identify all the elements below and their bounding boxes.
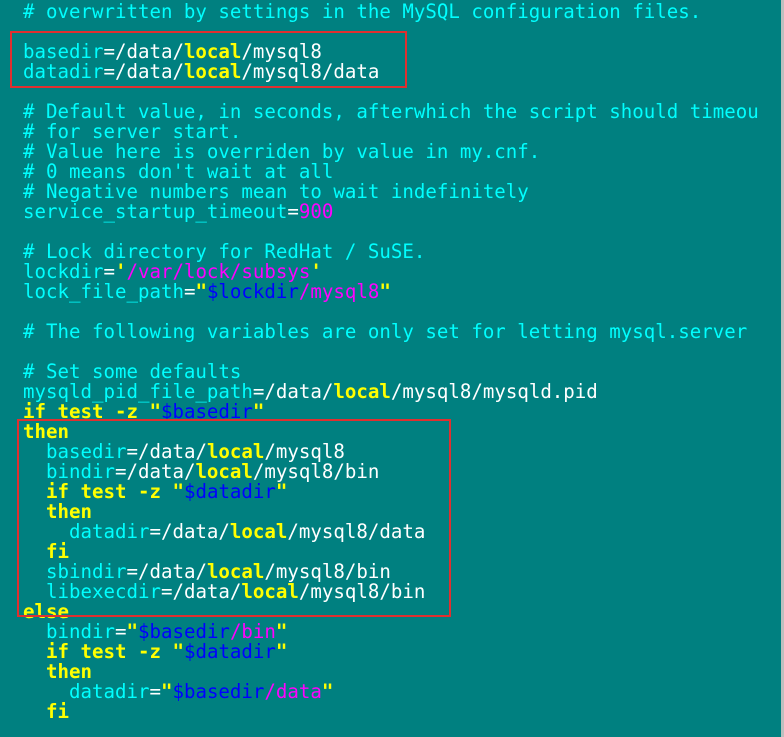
code-token: $datadir xyxy=(183,480,276,503)
code-line[interactable]: # 0 means don't wait at all xyxy=(23,162,333,182)
code-line[interactable]: basedir=/data/local/mysql8 xyxy=(23,42,322,62)
code-token: " xyxy=(275,480,288,503)
code-line[interactable]: # Negative numbers mean to wait indefini… xyxy=(23,182,529,202)
code-token: /mysql8/mysqld.pid xyxy=(390,380,598,403)
code-line[interactable]: fi xyxy=(23,542,69,562)
code-token: " xyxy=(321,680,334,703)
code-token: =/data/ xyxy=(149,520,230,543)
code-token: = xyxy=(287,200,299,223)
code-token: /mysql8/bin xyxy=(298,580,426,603)
code-line[interactable]: # Default value, in seconds, afterwhich … xyxy=(23,102,759,122)
code-line[interactable]: lockdir='/var/lock/subsys' xyxy=(23,262,322,282)
code-line[interactable]: else xyxy=(23,602,69,622)
code-token: datadir xyxy=(23,60,104,83)
code-line[interactable]: then xyxy=(23,662,92,682)
code-line[interactable]: bindir="$basedir/bin" xyxy=(23,622,287,642)
code-token: local xyxy=(241,580,299,603)
code-line[interactable]: # The following variables are only set f… xyxy=(23,322,747,342)
code-line[interactable]: then xyxy=(23,502,92,522)
code-token: /mysql8/data xyxy=(241,60,380,83)
code-token: local xyxy=(183,60,242,83)
code-line[interactable]: # Value here is overriden by value in my… xyxy=(23,142,540,162)
code-token: $basedir xyxy=(160,400,253,423)
code-token: =/data/ xyxy=(252,380,334,403)
code-token: " xyxy=(195,280,207,303)
code-line[interactable]: then xyxy=(23,422,69,442)
code-token: $datadir xyxy=(183,640,276,663)
code-line[interactable]: # Set some defaults xyxy=(23,362,241,382)
code-token: $lockdir xyxy=(206,280,299,303)
code-line[interactable]: datadir=/data/local/mysql8/data xyxy=(23,522,425,542)
code-line[interactable]: if test -z "$datadir" xyxy=(23,482,287,502)
code-line[interactable]: basedir=/data/local/mysql8 xyxy=(23,442,345,462)
code-token: # The following variables are only set f… xyxy=(23,320,748,343)
code-token: = xyxy=(149,680,161,703)
code-token: /mysql8/data xyxy=(287,520,426,543)
code-token: /mysql8 xyxy=(298,280,380,303)
code-line[interactable]: if test -z "$basedir" xyxy=(23,402,264,422)
code-line[interactable]: libexecdir=/data/local/mysql8/bin xyxy=(23,582,425,602)
code-line[interactable]: datadir="$basedir/data" xyxy=(23,682,333,702)
code-token: " xyxy=(160,680,173,703)
code-token: fi xyxy=(23,700,69,723)
code-line[interactable]: service_startup_timeout=900 xyxy=(23,202,333,222)
code-token: service_startup_timeout xyxy=(23,200,288,223)
code-line[interactable]: mysqld_pid_file_path=/data/local/mysql8/… xyxy=(23,382,598,402)
code-line[interactable]: lock_file_path="$lockdir/mysql8" xyxy=(23,282,391,302)
code-token: " xyxy=(252,400,265,423)
code-token: " xyxy=(172,480,184,503)
code-line[interactable]: bindir=/data/local/mysql8/bin xyxy=(23,462,379,482)
code-token: " xyxy=(379,280,391,303)
code-token: =/data/ xyxy=(103,60,184,83)
code-line[interactable]: sbindir=/data/local/mysql8/bin xyxy=(23,562,391,582)
code-line[interactable]: # overwritten by settings in the MySQL c… xyxy=(23,2,701,22)
code-token: = xyxy=(183,280,196,303)
code-line[interactable]: fi xyxy=(23,702,69,722)
code-token: local xyxy=(333,380,391,403)
code-token: " xyxy=(149,400,161,423)
code-token: lock_file_path xyxy=(23,280,184,303)
code-token: " xyxy=(275,640,288,663)
code-token: =/data/ xyxy=(160,580,242,603)
code-token: 900 xyxy=(298,200,334,223)
code-line[interactable]: # for server start. xyxy=(23,122,241,142)
code-token: local xyxy=(229,520,288,543)
code-editor[interactable]: # overwritten by settings in the MySQL c… xyxy=(0,0,784,737)
code-line[interactable]: if test -z "$datadir" xyxy=(23,642,287,662)
code-token: /data xyxy=(264,680,322,703)
code-token: # overwritten by settings in the MySQL c… xyxy=(23,0,702,23)
code-token: " xyxy=(172,640,184,663)
code-line[interactable]: datadir=/data/local/mysql8/data xyxy=(23,62,379,82)
code-line[interactable]: # Lock directory for RedHat / SuSE. xyxy=(23,242,425,262)
code-token: $basedir xyxy=(172,680,265,703)
